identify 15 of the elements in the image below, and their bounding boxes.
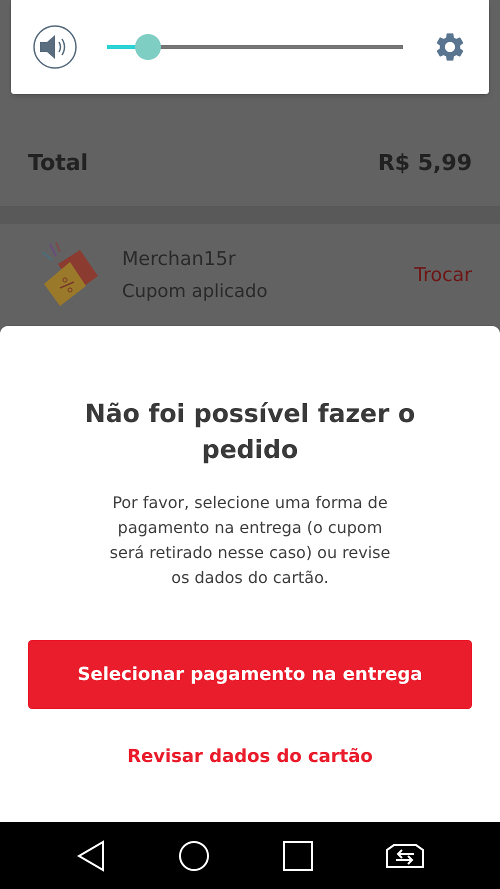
total-label: Total: [28, 150, 88, 178]
switch-icon[interactable]: [386, 844, 424, 868]
total-value: R$ 5,99: [378, 150, 472, 178]
volume-slider[interactable]: [107, 34, 403, 60]
recents-icon[interactable]: [282, 840, 312, 870]
slider-thumb[interactable]: [135, 34, 162, 60]
dialog-message: Por favor, selecione uma forma de pagamento na entrega (o cupom será retirado nesse caso) ou revise os dados do cartão.: [108, 492, 392, 589]
secondary-button[interactable]: Revisar dados do cartão: [111, 735, 389, 778]
primary-button[interactable]: Selecionar pagamento na entrega: [28, 640, 472, 709]
coupon-code: Merchan15r: [122, 247, 237, 272]
speaker-icon[interactable]: [33, 25, 77, 69]
coupon-status: Cupom aplicado: [122, 280, 268, 304]
dialog-title: Não foi possível fazer o pedido: [84, 398, 416, 466]
back-icon[interactable]: [76, 840, 104, 872]
home-icon[interactable]: [178, 840, 210, 872]
